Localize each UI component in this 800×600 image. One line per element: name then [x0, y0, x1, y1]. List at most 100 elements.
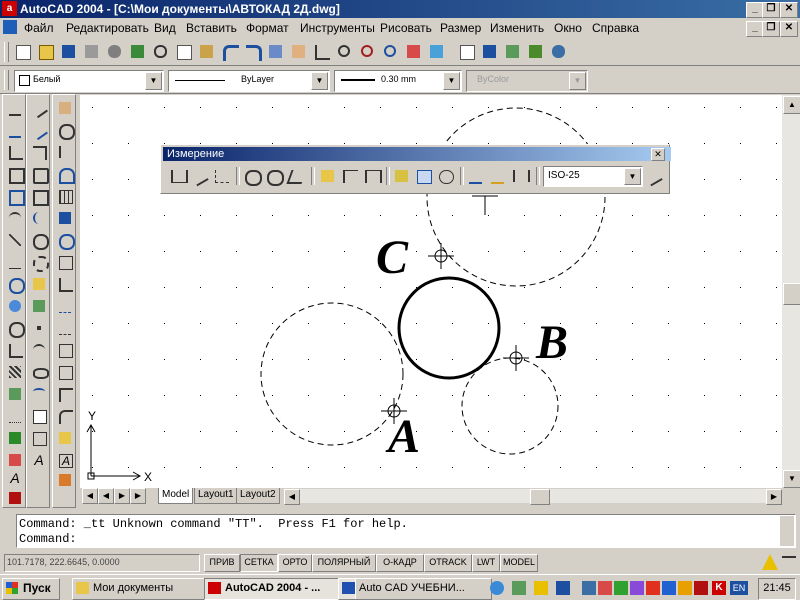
- block-icon[interactable]: [30, 275, 48, 293]
- baseline-dimension-icon[interactable]: [339, 165, 361, 187]
- zoom-realtime-icon[interactable]: [334, 41, 356, 63]
- document-icon[interactable]: [3, 20, 17, 34]
- chevron-down-icon[interactable]: ▼: [145, 72, 162, 90]
- menu-insert[interactable]: Вставить: [186, 21, 237, 35]
- insert-block-icon[interactable]: [30, 297, 48, 315]
- lineweight-toggle[interactable]: LWT: [472, 554, 500, 572]
- publish-icon[interactable]: [127, 41, 149, 63]
- copy-icon[interactable]: [173, 41, 195, 63]
- explode-icon[interactable]: [56, 429, 74, 447]
- dimension-style-select[interactable]: ISO-25 ▼: [543, 166, 643, 187]
- tray-network-icon[interactable]: [582, 581, 596, 595]
- snap-toggle[interactable]: ПРИВ: [204, 554, 240, 572]
- menu-dimension[interactable]: Размер: [440, 21, 481, 35]
- ordinate-dimension-icon[interactable]: [211, 165, 233, 187]
- rotate-icon[interactable]: [56, 231, 75, 250]
- paste-icon[interactable]: [196, 41, 218, 63]
- text-style-icon[interactable]: A: [56, 451, 74, 469]
- array-icon[interactable]: [56, 187, 74, 205]
- scroll-left-button[interactable]: ◀: [284, 489, 300, 505]
- menu-help[interactable]: Справка: [592, 21, 639, 35]
- mirror-icon[interactable]: [56, 143, 74, 161]
- tray-app-icon[interactable]: [598, 581, 612, 595]
- chamfer-icon[interactable]: [56, 385, 74, 403]
- tool-palettes-icon[interactable]: [456, 41, 478, 63]
- tab-prev-button[interactable]: ◀: [98, 488, 114, 504]
- copy-object-icon[interactable]: [56, 121, 75, 140]
- circle-icon[interactable]: [6, 319, 25, 338]
- grid-toggle[interactable]: СЕТКА: [240, 554, 278, 572]
- toolbar-grip[interactable]: [4, 42, 9, 62]
- linetype-select[interactable]: ByLayer ▼: [168, 70, 330, 92]
- ellipse-icon[interactable]: [30, 363, 49, 381]
- box-icon[interactable]: [30, 429, 48, 447]
- new-file-icon[interactable]: [12, 41, 34, 63]
- erase-icon[interactable]: [56, 99, 74, 117]
- maximize-button[interactable]: ❐: [762, 2, 780, 18]
- scroll-down-button[interactable]: ▼: [783, 470, 800, 488]
- region-color-icon[interactable]: [6, 451, 24, 469]
- clock[interactable]: 21:45: [758, 578, 796, 600]
- quick-dimension-icon[interactable]: [317, 165, 339, 187]
- rectangle-icon[interactable]: [6, 187, 25, 206]
- dimension-text-edit-icon[interactable]: [487, 165, 509, 187]
- ortho-toggle[interactable]: ОРТО: [278, 554, 312, 572]
- plot-icon[interactable]: [81, 41, 103, 63]
- properties-icon[interactable]: [403, 41, 425, 63]
- scale-icon[interactable]: [56, 253, 74, 271]
- tray-app-icon[interactable]: [614, 581, 628, 595]
- dimension-toolbar[interactable]: Измерение ✕ ISO-25 ▼: [160, 144, 671, 194]
- revision-cloud-icon[interactable]: [30, 253, 49, 272]
- text-icon[interactable]: A: [6, 469, 24, 487]
- multiline-text-icon[interactable]: A: [30, 451, 48, 469]
- move-icon[interactable]: [56, 209, 74, 227]
- dimension-edit-icon[interactable]: [465, 165, 487, 187]
- circle-target-icon[interactable]: [6, 275, 25, 294]
- menu-tools[interactable]: Инструменты: [300, 21, 375, 35]
- window-title-bar[interactable]: a AutoCAD 2004 - [C:\Мои документы\АВТОК…: [0, 0, 800, 18]
- dimension-toolbar-title[interactable]: Измерение: [163, 147, 671, 161]
- aligned-dimension-icon[interactable]: [189, 165, 211, 187]
- scroll-right-button[interactable]: ▶: [766, 489, 782, 505]
- doc-close-button[interactable]: ✕: [780, 21, 798, 37]
- polyline-icon[interactable]: [6, 143, 24, 161]
- tab-first-button[interactable]: ◀: [82, 488, 98, 504]
- point-icon[interactable]: [6, 407, 24, 425]
- construction-line-icon[interactable]: [6, 121, 24, 139]
- task-word-document[interactable]: Auto CAD УЧЕБНИ...: [338, 578, 492, 600]
- polar-toggle[interactable]: ПОЛЯРНЫЙ: [312, 554, 376, 572]
- markup-icon[interactable]: [502, 41, 524, 63]
- otrack-toggle[interactable]: OTRACK: [424, 554, 472, 572]
- vertical-scrollbar[interactable]: ▲ ▼: [782, 95, 800, 488]
- scroll-thumb[interactable]: [783, 283, 800, 305]
- snap-icon[interactable]: [6, 297, 24, 315]
- continue-dimension-icon[interactable]: [361, 165, 383, 187]
- pentagon-icon[interactable]: [30, 165, 49, 184]
- dbconnect-icon[interactable]: [479, 41, 501, 63]
- open-file-icon[interactable]: [35, 41, 57, 63]
- dimension-line-icon[interactable]: [6, 253, 24, 271]
- tray-app-icon[interactable]: [678, 581, 692, 595]
- tab-layout1[interactable]: Layout1: [194, 488, 238, 504]
- arc-icon[interactable]: [30, 209, 48, 227]
- command-prompt[interactable]: Command:: [19, 532, 77, 546]
- command-window-grip[interactable]: [2, 514, 14, 548]
- tab-model[interactable]: Model: [158, 488, 194, 504]
- cut-icon[interactable]: [150, 41, 172, 63]
- doc-restore-button[interactable]: ❐: [762, 21, 780, 37]
- today-icon[interactable]: [525, 41, 547, 63]
- command-scrollbar[interactable]: [780, 516, 794, 546]
- menu-format[interactable]: Формат: [246, 21, 289, 35]
- task-my-documents[interactable]: Мои документы: [72, 578, 222, 600]
- dimension-style-icon[interactable]: [643, 165, 665, 187]
- model-space-toggle[interactable]: MODEL: [500, 554, 538, 572]
- trim-icon[interactable]: [56, 297, 74, 315]
- line-icon[interactable]: [6, 99, 24, 117]
- table-icon[interactable]: [30, 407, 48, 425]
- menu-edit[interactable]: Редактировать: [66, 21, 149, 35]
- save-icon[interactable]: [58, 41, 80, 63]
- tray-app-icon[interactable]: [662, 581, 676, 595]
- close-icon[interactable]: ✕: [651, 148, 665, 161]
- tolerance-icon[interactable]: [413, 165, 435, 187]
- help-icon[interactable]: [548, 41, 570, 63]
